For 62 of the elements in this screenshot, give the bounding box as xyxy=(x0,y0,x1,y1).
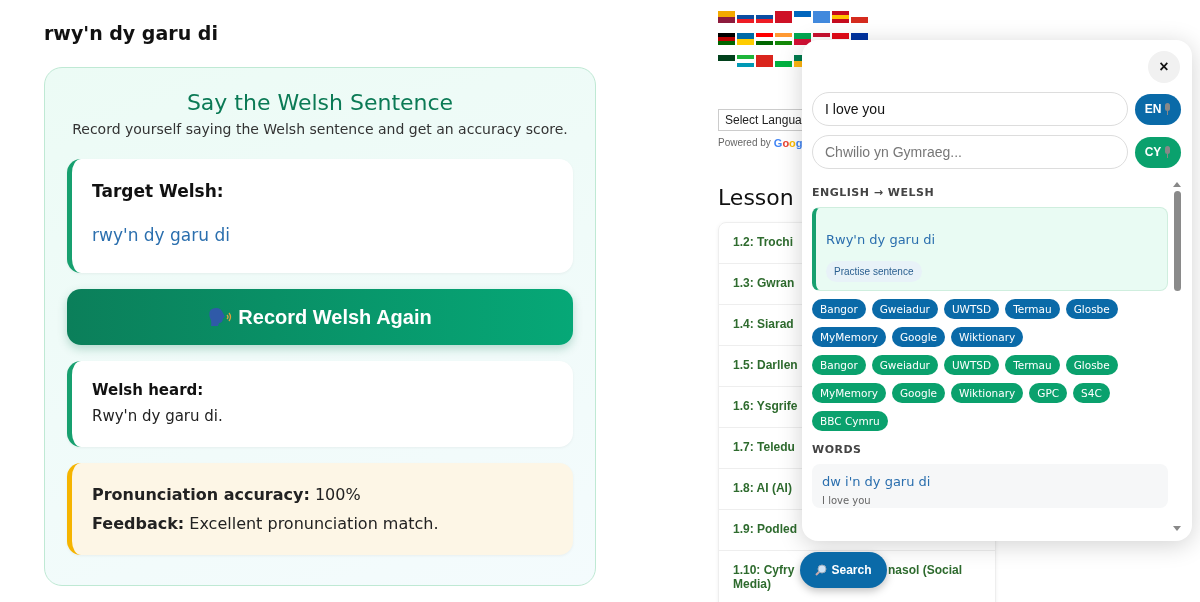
source-link[interactable]: Google xyxy=(892,327,945,347)
powered-by-text: Powered by xyxy=(718,137,771,149)
lesson-link[interactable]: 1.4: Siarad xyxy=(733,317,794,331)
lesson-link[interactable]: Media) xyxy=(733,577,771,591)
lesson-link[interactable]: 1.6: Ysgrife xyxy=(733,399,798,413)
speaking-head-icon xyxy=(208,307,233,327)
search-field[interactable]: Chwilio yn Gymraeg... xyxy=(812,135,1128,169)
practise-button[interactable]: Practise sentence xyxy=(826,261,922,282)
word-translation: I love you xyxy=(822,495,872,507)
close-button[interactable]: × xyxy=(1148,51,1180,83)
source-link[interactable]: Glosbe xyxy=(1065,299,1118,319)
flag-icon[interactable] xyxy=(756,33,773,45)
source-link[interactable]: MyMemory xyxy=(812,327,886,347)
source-link[interactable]: BBC Cymru xyxy=(812,411,888,431)
score-line: Feedback: Excellent pronunciation match. xyxy=(92,514,440,533)
lesson-link[interactable]: 1.8: AI (AI) xyxy=(733,481,792,495)
heard-label: Welsh heard: xyxy=(92,381,205,399)
lesson-link[interactable]: 1.5: Darllen xyxy=(733,358,798,372)
source-link[interactable]: Glosbe xyxy=(1065,355,1118,375)
section-heading: ENGLISH → WELSH xyxy=(812,186,936,199)
voice-search-button[interactable]: EN xyxy=(1135,93,1181,125)
score-line: Pronunciation accuracy: 100% xyxy=(92,485,362,504)
lesson-link[interactable]: nasol (Social xyxy=(888,563,963,577)
word-text: dw i'n dy garu di xyxy=(822,474,932,489)
microphone-icon xyxy=(1164,103,1172,115)
card-heading: Say the Welsh Sentence xyxy=(185,90,455,115)
lesson-link[interactable]: 1.3: Gwran xyxy=(733,276,795,290)
target-label: Target Welsh: xyxy=(92,181,225,201)
record-button[interactable]: Record Welsh Again xyxy=(67,289,573,345)
lesson-link[interactable]: 1.10: Cyfry xyxy=(733,563,795,577)
source-link[interactable]: Wiktionary xyxy=(951,327,1024,347)
magnifier-icon xyxy=(815,564,828,576)
source-link[interactable]: MyMemory xyxy=(812,383,886,403)
scrollbar[interactable] xyxy=(1172,182,1182,531)
source-link[interactable]: S4C xyxy=(1073,383,1110,403)
target-text: rwy'n dy garu di xyxy=(92,225,231,245)
heard-text: Rwy'n dy garu di. xyxy=(92,407,224,425)
source-link[interactable]: Wiktionary xyxy=(951,383,1024,403)
section-heading: WORDS xyxy=(812,443,863,456)
result-text: Rwy'n dy garu di xyxy=(826,232,936,247)
source-link[interactable]: Google xyxy=(892,383,945,403)
lessons-heading: Lesson xyxy=(718,185,794,210)
source-link[interactable]: Gweiadur xyxy=(871,299,938,319)
source-link[interactable]: UWTSD xyxy=(943,299,1000,319)
search-button[interactable]: Search xyxy=(800,552,887,588)
source-link[interactable]: Gweiadur xyxy=(871,355,938,375)
source-link[interactable]: Bangor xyxy=(812,299,866,319)
flag-icon[interactable] xyxy=(794,33,811,45)
voice-search-button[interactable]: CY xyxy=(1135,136,1181,168)
lesson-link[interactable]: 1.7: Teledu xyxy=(733,440,795,454)
microphone-icon xyxy=(1164,146,1172,158)
search-field[interactable]: I love you xyxy=(812,92,1128,126)
google-logo: Goog xyxy=(773,137,803,149)
lesson-link[interactable]: 1.9: Podled xyxy=(733,522,797,536)
source-link[interactable]: Termau xyxy=(1005,355,1060,375)
card-subtitle: Record yourself saying the Welsh sentence and get an accuracy score. xyxy=(71,121,569,137)
source-link[interactable]: Termau xyxy=(1005,299,1060,319)
source-link[interactable]: Bangor xyxy=(812,355,866,375)
source-link[interactable]: UWTSD xyxy=(943,355,1000,375)
lesson-link[interactable]: 1.2: Trochi xyxy=(733,235,794,249)
source-link[interactable]: GPC xyxy=(1029,383,1068,403)
page-title: rwy'n dy garu di xyxy=(44,22,219,44)
